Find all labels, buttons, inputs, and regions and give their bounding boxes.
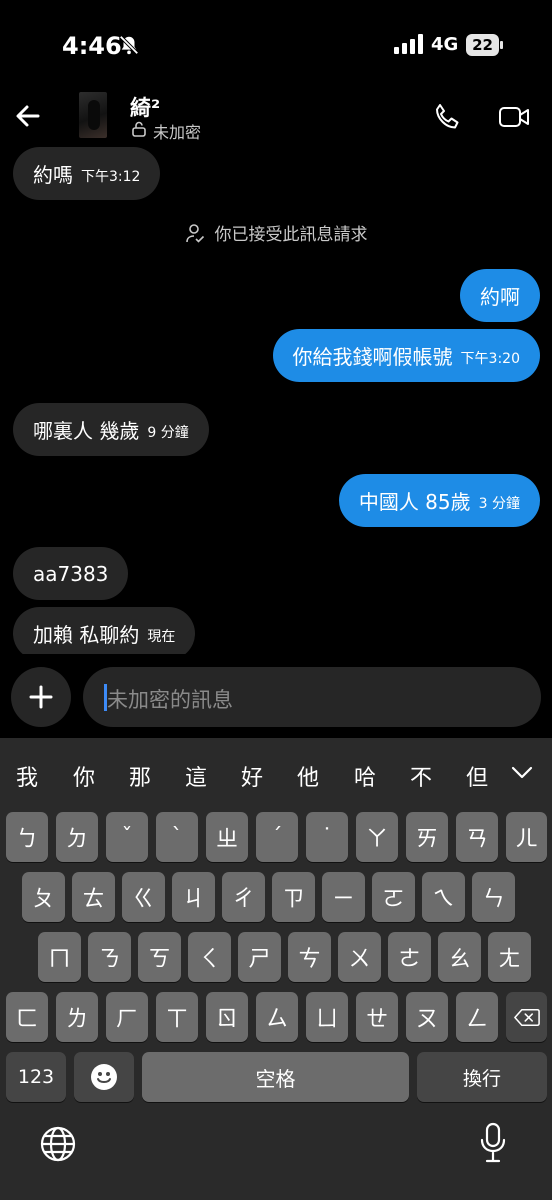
phone-call-icon[interactable] [432,102,462,132]
key[interactable]: ㄙ [256,992,298,1042]
backspace-icon [513,1008,540,1026]
key[interactable]: ㄋ [88,932,131,982]
key[interactable]: ㄒ [156,992,198,1042]
key[interactable]: ㄈ [6,992,48,1042]
candidate-word[interactable]: 好 [241,760,263,792]
add-attachment-button[interactable] [11,667,71,727]
globe-icon[interactable] [39,1125,77,1163]
system-notice: 你已接受此訊息請求 [0,220,552,245]
message-bubble-incoming[interactable]: 約嗎 下午3:12 [13,147,161,200]
key[interactable]: ㄥ [456,992,498,1042]
key[interactable]: ㄏ [106,992,148,1042]
network-type: 4G [431,34,459,55]
message-text: 加賴 私聊約 [33,623,140,647]
message-timestamp: 下午3:12 [81,168,141,185]
key[interactable]: ㄓ [206,812,248,862]
key[interactable]: ㄖ [206,992,248,1042]
key[interactable]: ㄘ [288,932,331,982]
key[interactable]: ˋ [156,812,198,862]
key[interactable]: ㄍ [122,872,165,922]
key[interactable]: ㄡ [406,992,448,1042]
key[interactable]: ㄤ [488,932,531,982]
system-notice-text: 你已接受此訊息請求 [214,225,368,245]
microphone-icon[interactable] [480,1122,506,1164]
bell-muted-icon [119,35,139,55]
message-text: 約啊 [480,285,520,309]
key[interactable]: ˇ [106,812,148,862]
key[interactable]: ㄛ [372,872,415,922]
key[interactable]: ㄢ [456,812,498,862]
key[interactable]: ㄆ [22,872,65,922]
battery-level: 22 [472,36,493,54]
person-check-icon [185,223,204,243]
candidate-word[interactable]: 這 [185,760,207,792]
key[interactable]: ㄟ [422,872,465,922]
message-list[interactable]: 約嗎 下午3:12 你已接受此訊息請求 約啊 你給我錢啊假帳號 下午3:20 哪… [0,140,552,654]
key[interactable]: ㄎ [138,932,181,982]
candidate-word[interactable]: 但 [466,760,488,792]
key[interactable]: ㄔ [222,872,265,922]
key[interactable]: ˊ [256,812,298,862]
signal-icon [394,34,423,54]
key[interactable]: ㄗ [272,872,315,922]
battery-icon: 22 [466,34,504,56]
emoji-icon [91,1064,117,1090]
key[interactable]: ㄣ [472,872,515,922]
message-timestamp: 9 分鐘 [147,424,189,441]
back-arrow-icon[interactable] [14,102,42,130]
key[interactable]: ㄇ [38,932,81,982]
key[interactable]: ㄊ [72,872,115,922]
contact-avatar[interactable] [79,92,107,138]
key[interactable]: ㄑ [188,932,231,982]
message-text: 約嗎 [33,163,73,187]
status-time: 4:46 [62,32,122,60]
contact-name[interactable]: 綺² [130,92,160,122]
return-key[interactable]: 換行 [417,1052,547,1102]
message-input-placeholder: 未加密的訊息 [107,688,233,712]
message-text: 你給我錢啊假帳號 [292,345,453,369]
message-text: 哪裏人 幾歲 [33,419,140,443]
message-text: aa7383 [33,561,109,586]
key[interactable]: ㄞ [406,812,448,862]
candidate-word[interactable]: 他 [297,760,319,792]
numbers-key[interactable]: 123 [6,1052,66,1102]
key[interactable]: ㄝ [356,992,398,1042]
message-timestamp: 3 分鐘 [478,495,520,512]
message-bubble-outgoing[interactable]: 約啊 [460,269,540,322]
keyboard[interactable]: 我 你 那 這 好 他 哈 不 但 ㄅ ㄉ ˇ ˋ ㄓ ˊ ˙ ㄚ ㄞ ㄢ ㄦ … [0,738,552,1200]
key[interactable]: ㄧ [322,872,365,922]
key[interactable]: ㄉ [56,812,98,862]
key[interactable]: ㄚ [356,812,398,862]
message-bubble-incoming[interactable]: 哪裏人 幾歲 9 分鐘 [13,403,209,456]
message-timestamp: 下午3:20 [460,350,520,367]
message-bubble-outgoing[interactable]: 中國人 85歲 3 分鐘 [338,474,540,527]
candidate-word[interactable]: 那 [129,760,151,792]
candidate-word[interactable]: 哈 [354,760,376,792]
key[interactable]: ㄦ [506,812,547,862]
key[interactable]: ㄩ [306,992,348,1042]
key[interactable]: ˙ [306,812,348,862]
candidate-word[interactable]: 不 [410,760,432,792]
message-bubble-incoming[interactable]: 加賴 私聊約 現在 [13,607,196,654]
candidate-word[interactable]: 我 [16,760,38,792]
key[interactable]: ㄨ [338,932,381,982]
plus-icon [29,685,53,709]
key[interactable]: ㄜ [388,932,431,982]
key[interactable]: ㄠ [438,932,481,982]
key[interactable]: ㄕ [238,932,281,982]
message-bubble-outgoing[interactable]: 你給我錢啊假帳號 下午3:20 [272,329,540,382]
emoji-key[interactable] [74,1052,134,1102]
delete-key[interactable] [506,992,547,1042]
space-key[interactable]: 空格 [142,1052,409,1102]
key[interactable]: ㄌ [56,992,98,1042]
message-bubble-incoming[interactable]: aa7383 [13,547,129,600]
message-timestamp: 現在 [147,628,176,645]
candidate-word[interactable]: 你 [73,760,95,792]
chevron-down-icon[interactable] [511,766,533,780]
key[interactable]: ㄅ [6,812,48,862]
video-call-icon[interactable] [498,103,530,131]
unlock-icon [132,121,146,137]
message-text: 中國人 85歲 [358,490,471,514]
key[interactable]: ㄐ [172,872,215,922]
